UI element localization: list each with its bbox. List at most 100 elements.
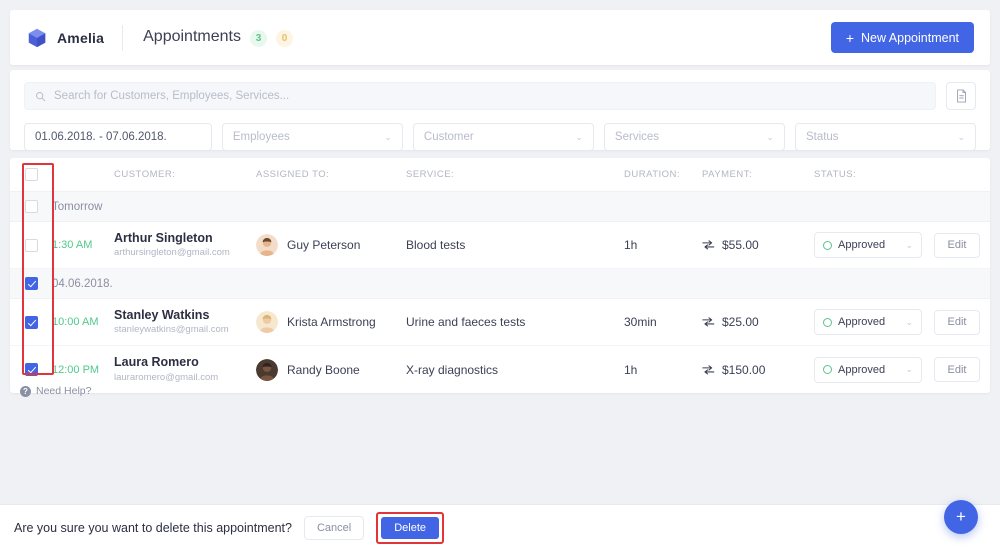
customer-name: Arthur Singleton: [114, 231, 256, 247]
table-row[interactable]: 10:00 AMStanley Watkinsstanleywatkins@gm…: [10, 299, 990, 346]
customer-email: stanleywatkins@gmail.com: [114, 324, 256, 336]
row-select-cell: [10, 239, 52, 252]
document-export-icon: [955, 89, 968, 103]
customer-name: Stanley Watkins: [114, 308, 256, 324]
appointment-time: 1:30 AM: [52, 239, 92, 251]
group-checkbox[interactable]: [25, 200, 38, 213]
row-assigned-cell: Krista Armstrong: [256, 311, 406, 333]
edit-button[interactable]: Edit: [934, 310, 980, 335]
amelia-logo-icon: [26, 27, 48, 49]
row-actions-cell: Edit›: [934, 357, 990, 382]
header-payment: PAYMENT:: [702, 169, 814, 180]
table-row[interactable]: 1:30 AM Arthur Singletonarthursingleton@g…: [10, 222, 990, 269]
customer-email: arthursingleton@gmail.com: [114, 247, 256, 259]
search-input[interactable]: [54, 90, 925, 102]
status-inner: Approved: [823, 239, 885, 251]
status-circle-icon: [823, 318, 832, 327]
filter-panel: 01.06.2018. - 07.06.2018. Employees ⌄ Cu…: [10, 70, 990, 150]
badge-pending-count: 0: [276, 30, 293, 47]
chevron-down-icon: ⌄: [905, 240, 913, 251]
group-select-cell: [10, 277, 52, 290]
chevron-down-icon: ⌄: [575, 132, 583, 143]
header-service: SERVICE:: [406, 169, 624, 180]
header-duration: DURATION:: [624, 169, 702, 180]
edit-button[interactable]: Edit: [934, 233, 980, 258]
select-all-checkbox[interactable]: [25, 168, 38, 181]
status-label: Approved: [838, 364, 885, 376]
status-filter-label: Status: [806, 131, 839, 143]
plus-icon: +: [846, 31, 854, 45]
export-button[interactable]: [946, 82, 976, 110]
row-time-cell: 10:00 AM: [52, 316, 114, 328]
avatar: [256, 234, 278, 256]
appointments-table: CUSTOMER: ASSIGNED TO: SERVICE: DURATION…: [10, 158, 990, 393]
status-label: Approved: [838, 316, 885, 328]
service-name: Blood tests: [406, 238, 624, 252]
need-help-link[interactable]: ? Need Help?: [20, 385, 91, 397]
header-assigned-to: ASSIGNED TO:: [256, 169, 406, 180]
employees-filter-label: Employees: [233, 131, 290, 143]
delete-button[interactable]: Delete: [381, 517, 439, 539]
chevron-down-icon: ⌄: [905, 364, 913, 375]
row-payment-cell: $150.00: [702, 363, 814, 377]
chevron-down-icon: ⌄: [905, 317, 913, 328]
status-label: Approved: [838, 239, 885, 251]
duration-value: 30min: [624, 315, 702, 329]
row-time-cell: 12:00 PM: [52, 364, 114, 376]
customer-filter-label: Customer: [424, 131, 474, 143]
header-customer: CUSTOMER:: [114, 169, 256, 180]
app-header: Amelia Appointments 3 0 + New Appointmen…: [10, 10, 990, 65]
row-checkbox[interactable]: [25, 316, 38, 329]
floating-add-button[interactable]: +: [944, 500, 978, 534]
payment-icon: [702, 317, 715, 327]
row-actions-cell: Edit›: [934, 310, 990, 335]
date-range-filter[interactable]: 01.06.2018. - 07.06.2018.: [24, 123, 212, 151]
page-title: Appointments: [143, 28, 241, 46]
table-group-row: 04.06.2018.: [10, 269, 990, 299]
group-checkbox[interactable]: [25, 277, 38, 290]
payment-amount: $150.00: [722, 363, 765, 377]
annotation-highlight-delete-button: Delete: [376, 512, 444, 544]
payment-amount: $25.00: [722, 315, 759, 329]
need-help-label: Need Help?: [36, 385, 91, 397]
status-inner: Approved: [823, 364, 885, 376]
select-all-cell: [10, 168, 52, 181]
status-dropdown[interactable]: Approved ⌄: [814, 357, 922, 383]
row-assigned-cell: Guy Peterson: [256, 234, 406, 256]
brand: Amelia: [26, 27, 122, 49]
services-filter[interactable]: Services ⌄: [604, 123, 785, 151]
brand-name: Amelia: [57, 30, 104, 46]
badge-approved-count: 3: [250, 30, 267, 47]
delete-confirmation-message: Are you sure you want to delete this app…: [14, 521, 292, 535]
edit-button[interactable]: Edit: [934, 357, 980, 382]
new-appointment-button[interactable]: + New Appointment: [831, 22, 974, 53]
header-status: STATUS:: [814, 169, 934, 180]
chevron-down-icon: ⌄: [766, 132, 774, 143]
avatar: [256, 311, 278, 333]
filters-row: 01.06.2018. - 07.06.2018. Employees ⌄ Cu…: [24, 123, 976, 151]
cancel-button[interactable]: Cancel: [304, 516, 364, 540]
service-name: X-ray diagnostics: [406, 363, 624, 377]
row-payment-cell: $55.00: [702, 238, 814, 252]
row-status-cell: Approved ⌄: [814, 232, 934, 258]
row-customer-cell: Laura Romerolauraromero@gmail.com: [114, 355, 256, 384]
row-checkbox[interactable]: [25, 363, 38, 376]
status-dropdown[interactable]: Approved ⌄: [814, 232, 922, 258]
service-name: Urine and faeces tests: [406, 315, 624, 329]
search-box[interactable]: [24, 82, 936, 110]
info-icon: ?: [20, 386, 31, 397]
status-filter[interactable]: Status ⌄: [795, 123, 976, 151]
table-row[interactable]: 12:00 PMLaura Romerolauraromero@gmail.co…: [10, 346, 990, 393]
status-circle-icon: [823, 241, 832, 250]
customer-filter[interactable]: Customer ⌄: [413, 123, 594, 151]
status-circle-icon: [823, 365, 832, 374]
payment-icon: [702, 240, 715, 250]
group-label: Tomorrow: [52, 201, 102, 213]
group-select-cell: [10, 200, 52, 213]
employees-filter[interactable]: Employees ⌄: [222, 123, 403, 151]
row-customer-cell: Stanley Watkinsstanleywatkins@gmail.com: [114, 308, 256, 337]
status-dropdown[interactable]: Approved ⌄: [814, 309, 922, 335]
page-title-wrap: Appointments 3 0: [123, 28, 293, 47]
table-group-row: Tomorrow: [10, 192, 990, 222]
row-checkbox[interactable]: [25, 239, 38, 252]
